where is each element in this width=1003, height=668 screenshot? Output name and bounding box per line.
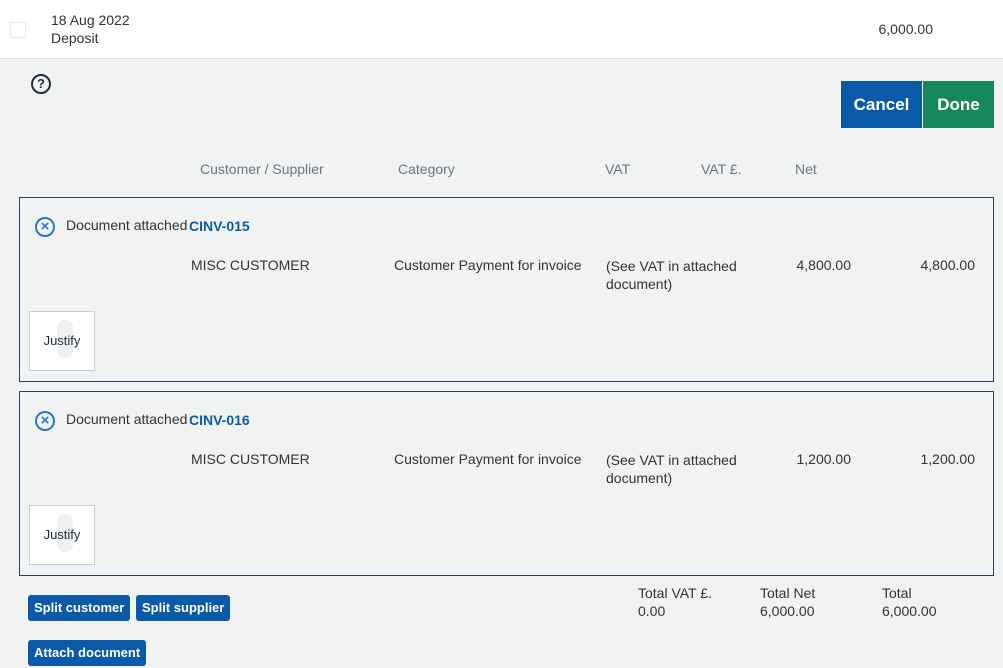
transaction-row[interactable]: 18 Aug 2022 Deposit 6,000.00 — [0, 0, 1003, 59]
done-button[interactable]: Done — [923, 81, 994, 128]
column-header-vat-amount: VAT £. — [701, 161, 742, 177]
split-line-panel: × Document attached CINV-015 MISC CUSTOM… — [19, 197, 994, 382]
total-net-value: 6,000.00 — [760, 603, 815, 619]
document-attached-label: Document attached — [66, 217, 188, 233]
column-header-category: Category — [398, 161, 455, 177]
attach-document-button[interactable]: Attach document — [28, 640, 147, 666]
total-vat-value: 0.00 — [638, 603, 666, 619]
split-category: Customer Payment for invoice — [394, 451, 582, 467]
split-vat-amount: 4,800.00 — [796, 257, 852, 273]
total-label: Total — [882, 585, 912, 601]
document-attached-label: Document attached — [66, 411, 188, 427]
document-link[interactable]: CINV-016 — [189, 412, 250, 428]
transaction-date: 18 Aug 2022 — [51, 12, 130, 28]
split-customer: MISC CUSTOMER — [191, 257, 310, 273]
split-line-panel: × Document attached CINV-016 MISC CUSTOM… — [19, 391, 994, 576]
total-vat-label: Total VAT £. — [638, 585, 712, 601]
transaction-type: Deposit — [51, 30, 99, 46]
split-net: 1,200.00 — [920, 451, 976, 467]
split-supplier-button[interactable]: Split supplier — [136, 595, 231, 621]
total-net-label: Total Net — [760, 585, 816, 601]
split-category: Customer Payment for invoice — [394, 257, 582, 273]
justify-label: Justify — [43, 333, 81, 348]
column-header-vat: VAT — [605, 161, 631, 177]
transaction-amount: 6,000.00 — [878, 21, 934, 37]
split-vat: (See VAT in attached document) — [606, 258, 737, 292]
total-value: 6,000.00 — [882, 603, 937, 619]
question-icon[interactable]: ? — [31, 74, 51, 94]
justify-button[interactable]: Justify — [29, 505, 95, 565]
split-customer-button[interactable]: Split customer — [28, 595, 131, 621]
remove-document-icon[interactable]: × — [35, 217, 55, 237]
split-vat-amount: 1,200.00 — [796, 451, 852, 467]
split-customer: MISC CUSTOMER — [191, 451, 310, 467]
document-link[interactable]: CINV-015 — [189, 218, 250, 234]
column-header-customer-supplier: Customer / Supplier — [200, 161, 324, 177]
split-vat: (See VAT in attached document) — [606, 452, 737, 486]
remove-document-icon[interactable]: × — [35, 411, 55, 431]
transaction-checkbox[interactable] — [10, 22, 26, 38]
split-net: 4,800.00 — [920, 257, 976, 273]
cancel-button[interactable]: Cancel — [841, 81, 922, 128]
column-header-net: Net — [795, 161, 817, 177]
justify-button[interactable]: Justify — [29, 311, 95, 371]
justify-label: Justify — [43, 527, 81, 542]
